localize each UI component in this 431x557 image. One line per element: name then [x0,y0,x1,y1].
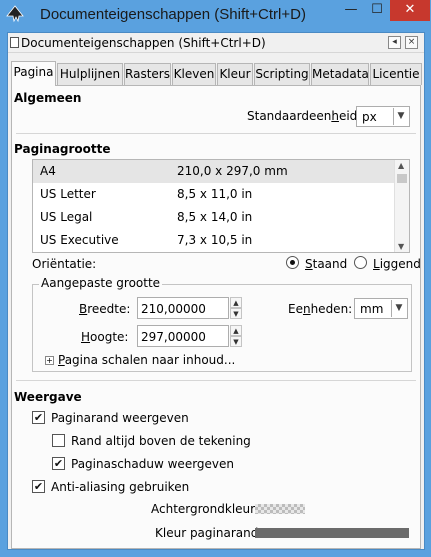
list-item-page-size[interactable]: A4 210,0 x 297,0 mm [33,160,395,183]
radio-landscape-label[interactable]: Liggend [373,257,421,271]
tab-panel-pagina: Algemeen Standaardeenheid: px ▼ Paginagr… [11,85,421,549]
checkbox-border-on-top-label[interactable]: Rand altijd boven de tekening [71,434,251,448]
height-value: 297,00000 [141,330,206,344]
list-item-page-size[interactable]: US Legal 8,5 x 14,0 in [33,206,395,229]
tab-scripting[interactable]: Scripting [254,63,310,85]
checkbox-anti-aliasing[interactable]: ✔ [32,480,45,493]
increment-icon[interactable]: ▲ [230,325,242,336]
border-color-swatch[interactable] [255,528,409,538]
scale-to-content-expander[interactable]: Pagina schalen naar inhoud... [58,353,235,367]
scroll-up-icon[interactable]: ▲ [398,161,404,170]
dock-close-icon[interactable]: × [405,36,418,49]
decrement-icon[interactable]: ▼ [230,336,242,347]
dock-title: Documenteigenschappen (Shift+Ctrl+D) [21,36,266,50]
tab-hulplijnen[interactable]: Hulplijnen [57,63,123,85]
tab-pagina[interactable]: Pagina [11,61,56,86]
scroll-thumb[interactable] [397,174,407,183]
divider [16,380,416,381]
inkscape-logo-icon [6,5,24,23]
units-select[interactable]: mm ▼ [354,298,408,319]
list-item-page-size[interactable]: US Executive 7,3 x 10,5 in [33,229,395,252]
page-size-list[interactable]: A4 210,0 x 297,0 mm US Letter 8,5 x 11,0 i… [32,159,410,253]
decrement-icon[interactable]: ▼ [230,308,242,319]
tab-licentie[interactable]: Licentie [370,63,422,85]
expand-icon[interactable]: + [45,356,54,365]
checkbox-show-page-shadow[interactable]: ✔ [52,457,65,470]
width-value: 210,00000 [141,302,206,316]
height-label: Hoogte: [81,330,129,344]
section-paginagrootte-heading: Paginagrootte [14,142,111,156]
close-button[interactable]: ✕ [390,0,430,21]
checkbox-anti-aliasing-label[interactable]: Anti-aliasing gebruiken [51,480,189,494]
units-value: mm [360,302,384,316]
tab-bar: Pagina Hulplijnen Rasters Kleven Kleur S… [11,61,423,86]
window-titlebar: Documenteigenschappen (Shift+Ctrl+D) — ☐… [0,0,431,32]
background-color-swatch[interactable] [255,504,305,514]
checkbox-show-page-border[interactable]: ✔ [32,411,45,424]
window-title: Documenteigenschappen (Shift+Ctrl+D) [40,6,306,23]
default-unit-value: px [362,110,377,124]
border-color-label: Kleur paginarand: [155,526,263,540]
background-color-label: Achtergrondkleur: [151,502,259,516]
default-unit-label: Standaardeenheid: [247,109,362,123]
tab-kleur[interactable]: Kleur [217,63,253,85]
minimize-button[interactable]: — [338,0,364,21]
radio-portrait-label[interactable]: Staand [305,257,347,271]
checkbox-border-on-top[interactable] [52,434,65,447]
default-unit-select[interactable]: px ▼ [356,106,410,127]
list-item-page-size[interactable]: US Letter 8,5 x 11,0 in [33,183,395,206]
units-label: Eenheden: [288,302,353,316]
document-icon [10,37,19,48]
custom-size-group: Aangepaste grootte Breedte: 210,00000 ▲ ▼… [32,276,412,372]
width-label: Breedte: [79,302,131,316]
tab-rasters[interactable]: Rasters [124,63,171,85]
width-input[interactable]: 210,00000 ▲ ▼ [137,297,242,319]
divider [16,133,416,134]
tab-metadata[interactable]: Metadata [311,63,369,85]
page-size-scrollbar[interactable]: ▲ ▼ [394,160,409,252]
dock-back-icon[interactable]: ◂ [388,36,401,49]
chevron-down-icon: ▼ [391,300,406,317]
tab-kleven[interactable]: Kleven [172,63,216,85]
dock-header: Documenteigenschappen (Shift+Ctrl+D) ◂ × [8,33,424,53]
maximize-button[interactable]: ☐ [364,0,390,21]
custom-size-legend: Aangepaste grootte [39,276,163,290]
section-weergave-heading: Weergave [14,390,82,404]
scroll-down-icon[interactable]: ▼ [398,242,404,251]
checkbox-show-page-border-label[interactable]: Paginarand weergeven [51,411,189,425]
radio-portrait[interactable] [286,256,299,269]
height-input[interactable]: 297,00000 ▲ ▼ [137,325,242,347]
dialog-frame: Documenteigenschappen (Shift+Ctrl+D) ◂ ×… [7,32,425,550]
checkbox-show-page-shadow-label[interactable]: Paginaschaduw weergeven [71,457,234,471]
orientation-label: Oriëntatie: [32,257,97,271]
radio-landscape[interactable] [354,256,367,269]
section-algemeen-heading: Algemeen [14,91,82,105]
increment-icon[interactable]: ▲ [230,297,242,308]
chevron-down-icon: ▼ [393,108,408,125]
